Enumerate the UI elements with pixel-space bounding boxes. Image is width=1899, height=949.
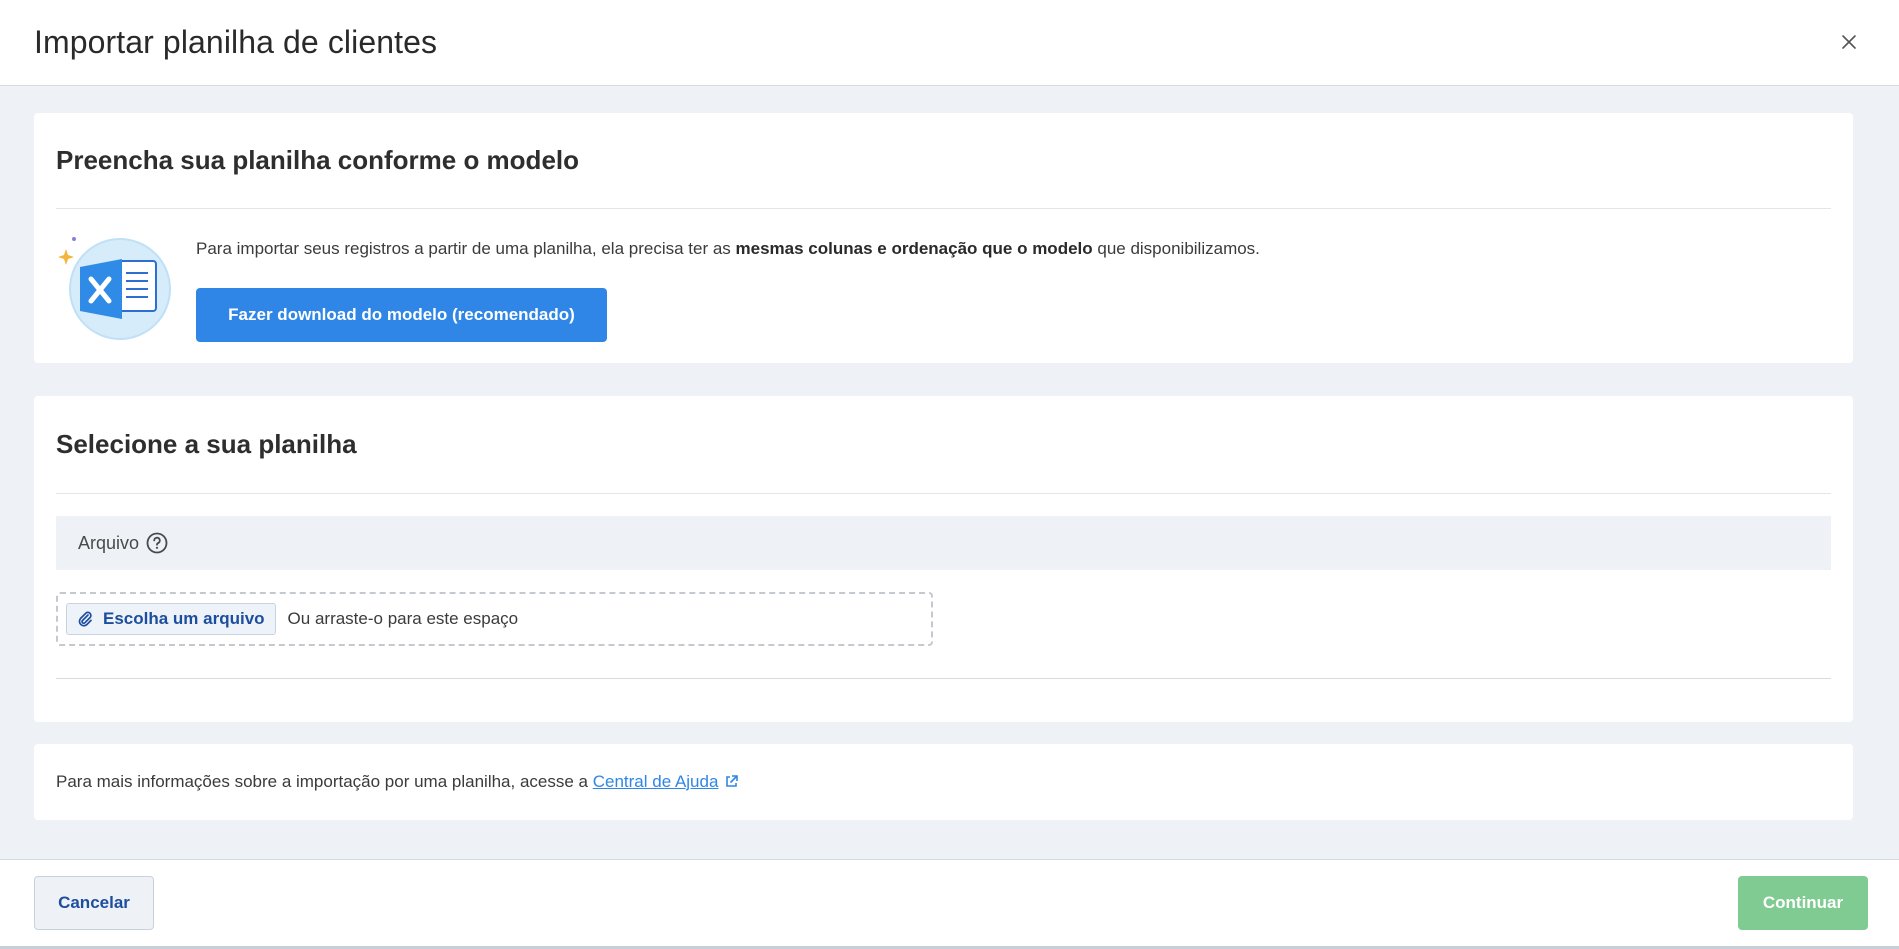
help-text: Para mais informações sobre a importação… bbox=[56, 772, 739, 792]
file-label-text: Arquivo bbox=[78, 532, 140, 553]
drop-hint-text: Ou arraste-o para este espaço bbox=[287, 609, 519, 628]
help-text-prefix: Para mais informações sobre a importação… bbox=[56, 772, 593, 791]
help-circle-icon[interactable] bbox=[145, 531, 169, 555]
model-description-bold: mesmas colunas e ordenação que o modelo bbox=[735, 239, 1093, 258]
choose-file-label: Escolha um arquivo bbox=[103, 609, 265, 628]
upload-card: Selecione a sua planilha Arquivo Escolha… bbox=[34, 396, 1853, 722]
cancel-button[interactable]: Cancelar bbox=[34, 876, 154, 930]
external-link-icon[interactable] bbox=[724, 774, 739, 789]
continue-button[interactable]: Continuar bbox=[1738, 876, 1868, 930]
download-model-button[interactable]: Fazer download do modelo (recomendado) bbox=[196, 288, 607, 342]
model-description-suffix: que disponibilizamos. bbox=[1092, 239, 1260, 258]
choose-file-button[interactable]: Escolha um arquivo bbox=[66, 603, 276, 635]
file-dropzone[interactable]: Escolha um arquivo Ou arraste-o para est… bbox=[56, 592, 933, 646]
excel-spreadsheet-icon bbox=[56, 231, 174, 349]
upload-divider bbox=[56, 678, 1831, 679]
modal-content: Preencha sua planilha conforme o modelo bbox=[0, 87, 1899, 859]
help-center-link[interactable]: Central de Ajuda bbox=[593, 772, 719, 791]
model-card-title: Preencha sua planilha conforme o modelo bbox=[56, 113, 1831, 209]
paperclip-icon bbox=[78, 611, 92, 627]
help-card: Para mais informações sobre a importação… bbox=[34, 744, 1853, 820]
close-button[interactable] bbox=[1833, 26, 1865, 58]
file-field-label: Arquivo bbox=[56, 516, 1831, 570]
upload-card-title: Selecione a sua planilha bbox=[56, 396, 1831, 494]
modal-header: Importar planilha de clientes bbox=[0, 0, 1899, 86]
model-description-prefix: Para importar seus registros a partir de… bbox=[196, 239, 736, 258]
model-description: Para importar seus registros a partir de… bbox=[196, 237, 1260, 261]
close-icon bbox=[1842, 35, 1856, 49]
modal-footer: Cancelar Continuar bbox=[0, 859, 1899, 949]
model-card: Preencha sua planilha conforme o modelo bbox=[34, 113, 1853, 363]
modal-title: Importar planilha de clientes bbox=[34, 24, 438, 60]
